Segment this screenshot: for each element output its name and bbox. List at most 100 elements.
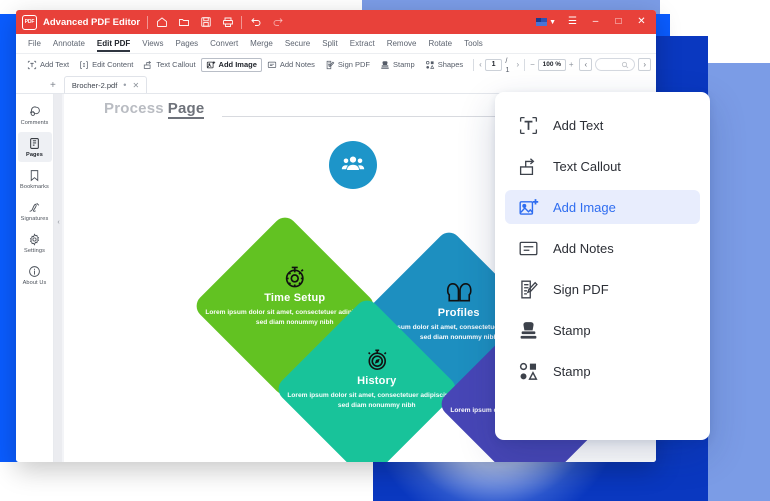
sidebar-item-signatures[interactable]: Signatures [18, 196, 52, 226]
hamburger-menu-icon[interactable]: ☰ [566, 17, 579, 27]
shapes-icon [517, 360, 539, 382]
sidebar-collapse-handle[interactable]: ‹ [55, 212, 62, 232]
toolbar-divider-1 [473, 58, 475, 71]
menu-item-secure[interactable]: Secure [279, 34, 316, 53]
sidebar-item-settings[interactable]: Settings [18, 228, 52, 258]
menu-item-annotate[interactable]: Annotate [47, 34, 91, 53]
save-icon[interactable] [199, 16, 212, 29]
text-callout-icon [143, 60, 153, 70]
titlebar-history-actions [249, 16, 284, 29]
menu-item-rotate[interactable]: Rotate [422, 34, 458, 53]
shapes-icon [425, 60, 435, 70]
sidebar-item-bookmarks[interactable]: Bookmarks [18, 164, 52, 194]
infographic-circle-people[interactable] [329, 141, 377, 189]
print-icon[interactable] [221, 16, 234, 29]
dropdown-item-add-text-label: Add Text [553, 117, 604, 133]
people-icon [341, 151, 365, 180]
maximize-button[interactable]: □ [612, 17, 625, 27]
pages-icon [28, 137, 41, 150]
menu-item-tools[interactable]: Tools [458, 34, 489, 53]
page-title: Process Page [104, 100, 205, 119]
current-page-input[interactable]: 1 [484, 58, 503, 71]
toolbar-add-image-label: Add Image [218, 60, 257, 69]
toolbar-edit-content-label: Edit Content [92, 60, 134, 69]
dropdown-item-text-callout-label: Text Callout [553, 158, 621, 174]
add-notes-icon [267, 60, 277, 70]
dropdown-item-shapes-label: Stamp [553, 363, 591, 379]
toolbar-add-image-button[interactable]: Add Image [200, 57, 262, 72]
toolbar-stamp-label: Stamp [393, 60, 415, 69]
menu-item-views[interactable]: Views [136, 34, 169, 53]
document-tab[interactable]: Brocher-2.pdf • ✕ [63, 76, 148, 93]
stamp-icon [380, 60, 390, 70]
zoom-out-button[interactable]: − [530, 60, 535, 69]
stopwatch-icon [202, 264, 388, 290]
about-us-icon [28, 265, 41, 278]
close-button[interactable]: ✕ [635, 17, 648, 27]
dropdown-item-sign-pdf[interactable]: Sign PDF [505, 272, 700, 306]
menu-item-edit-pdf[interactable]: Edit PDF [91, 34, 136, 53]
app-logo-text: PDF [24, 19, 35, 25]
sidebar-item-comments-label: Comments [20, 120, 49, 126]
language-selector[interactable]: ▼ [536, 18, 556, 26]
folder-icon[interactable] [177, 16, 190, 29]
toolbar-edit-content-button[interactable]: Edit Content [74, 58, 138, 72]
toolbar-shapes-button[interactable]: Shapes [420, 58, 468, 72]
home-icon[interactable] [155, 16, 168, 29]
search-next-button[interactable]: › [638, 58, 652, 71]
next-page-button[interactable]: › [517, 60, 520, 69]
toolbar-add-notes-button[interactable]: Add Notes [262, 58, 320, 72]
menu-bar: File Annotate Edit PDF Views Pages Conve… [16, 34, 656, 53]
sign-pdf-icon [325, 60, 335, 70]
search-collapse-button[interactable]: ‹ [579, 58, 593, 71]
add-text-icon [517, 114, 539, 136]
dropdown-item-stamp[interactable]: Stamp [505, 313, 700, 347]
toolbar-add-text-button[interactable]: Add Text [22, 58, 74, 72]
new-tab-button[interactable]: + [42, 80, 64, 93]
dropdown-item-stamp-label: Stamp [553, 322, 591, 338]
redo-icon[interactable] [271, 16, 284, 29]
zoom-level-value[interactable]: 100 % [537, 58, 566, 71]
background-bottom-white [0, 462, 373, 501]
previous-page-button[interactable]: ‹ [479, 60, 482, 69]
bookmarks-icon [28, 169, 41, 182]
titlebar-quick-actions [155, 16, 234, 29]
menu-item-file[interactable]: File [22, 34, 47, 53]
minimize-button[interactable]: ‒ [589, 17, 602, 27]
toolbar-add-notes-label: Add Notes [279, 60, 315, 69]
toolbar-text-callout-button[interactable]: Text Callout [138, 58, 200, 72]
toolbar-sign-pdf-button[interactable]: Sign PDF [320, 58, 375, 72]
page-title-light: Process [104, 100, 164, 117]
menu-item-remove[interactable]: Remove [381, 34, 423, 53]
menu-item-convert[interactable]: Convert [204, 34, 244, 53]
signatures-icon [28, 201, 41, 214]
dropdown-item-shapes[interactable]: Stamp [505, 354, 700, 388]
titlebar-divider-2 [241, 15, 243, 29]
toolbar-stamp-button[interactable]: Stamp [375, 58, 420, 72]
dropdown-item-add-image[interactable]: Add Image [505, 190, 700, 224]
app-title: Advanced PDF Editor [43, 16, 141, 28]
search-input[interactable] [595, 58, 636, 71]
dropdown-item-add-text[interactable]: Add Text [505, 108, 700, 142]
menu-item-pages[interactable]: Pages [169, 34, 204, 53]
sidebar: Comments Pages Bookmarks Signatures Sett… [16, 94, 54, 462]
compass-icon [284, 347, 470, 373]
dropdown-item-add-notes-label: Add Notes [553, 240, 614, 256]
sidebar-item-pages[interactable]: Pages [17, 132, 52, 162]
sidebar-item-comments[interactable]: Comments [18, 100, 52, 130]
dropdown-item-text-callout[interactable]: Text Callout [505, 149, 700, 183]
add-notes-icon [517, 237, 539, 259]
menu-item-extract[interactable]: Extract [344, 34, 381, 53]
sidebar-item-about-us[interactable]: About Us [18, 260, 52, 290]
dropdown-item-add-notes[interactable]: Add Notes [505, 231, 700, 265]
toolbar-shapes-label: Shapes [437, 60, 464, 69]
toolbar-divider-2 [524, 58, 526, 71]
zoom-in-button[interactable]: + [569, 60, 574, 69]
chevron-down-icon: ▼ [549, 18, 556, 26]
close-tab-icon[interactable]: ✕ [132, 81, 139, 90]
undo-icon[interactable] [249, 16, 262, 29]
page-title-bold: Page [167, 100, 205, 119]
menu-item-merge[interactable]: Merge [244, 34, 279, 53]
toolbar: Add Text Edit Content Text Callout Add I… [16, 53, 656, 75]
menu-item-split[interactable]: Split [316, 34, 344, 53]
